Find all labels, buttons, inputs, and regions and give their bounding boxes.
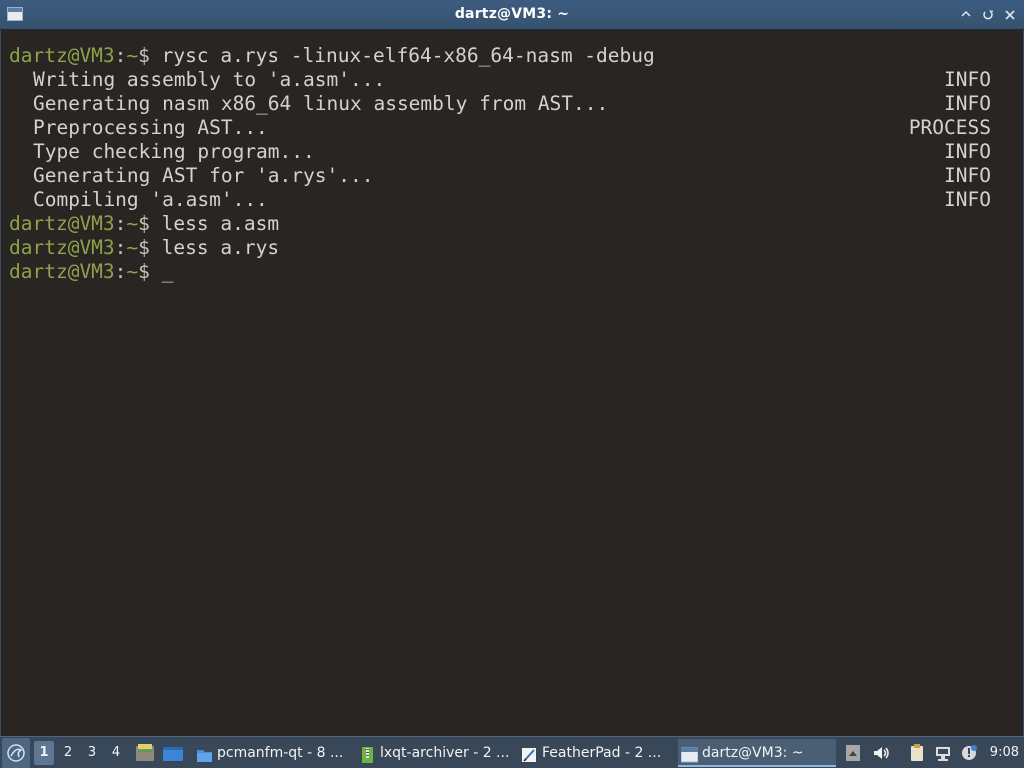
prompt-path: ~ (126, 260, 139, 283)
prompt-separator: : (114, 260, 127, 283)
network-icon[interactable] (934, 744, 952, 762)
taskbar-button[interactable]: dartz@VM3: ~ (678, 739, 836, 767)
prompt-user: dartz@VM3 (9, 44, 115, 67)
clock[interactable]: 9:08 (990, 737, 1019, 768)
minimize-icon (961, 10, 971, 17)
log-line: Compiling 'a.asm'... INFO (9, 188, 991, 212)
log-message: Generating AST for 'a.rys'... (33, 164, 374, 187)
log-level-badge: INFO (944, 92, 991, 115)
folder-icon (196, 745, 213, 762)
prompt-path: ~ (126, 212, 139, 235)
command-text: less a.asm (149, 212, 280, 235)
terminal-cursor: _ (161, 260, 174, 283)
prompt-separator: : (114, 236, 127, 259)
taskbar-button-label: lxqt-archiver - 2 ... (380, 745, 510, 761)
prompt-path: ~ (126, 44, 139, 67)
prompt-user: dartz@VM3 (9, 236, 115, 259)
log-message: Preprocessing AST... (33, 116, 268, 139)
restore-icon (983, 9, 994, 20)
log-level-badge: INFO (944, 140, 991, 163)
desktop-switch-3[interactable]: 3 (82, 741, 102, 765)
command-text: less a.rys (149, 236, 280, 259)
terminal-icon (680, 745, 699, 763)
file-manager-quicklaunch-icon[interactable] (134, 743, 156, 763)
taskbar-button-label: pcmanfm-qt - 8 ... (217, 745, 344, 761)
command-text: rysc a.rys -linux-elf64-x86_64-nasm -deb… (149, 44, 655, 67)
log-level-badge: INFO (944, 164, 991, 187)
log-message: Writing assembly to 'a.asm'... (33, 68, 386, 91)
command-text (150, 260, 162, 283)
lxqt-logo-icon (7, 744, 25, 762)
taskbar-button[interactable]: pcmanfm-qt - 8 ... (193, 739, 351, 767)
show-desktop-icon[interactable] (162, 743, 184, 763)
log-message: Generating nasm x86_64 linux assembly fr… (33, 92, 609, 115)
start-menu-button[interactable] (2, 738, 30, 768)
close-button[interactable] (1002, 7, 1018, 23)
log-message: Compiling 'a.asm'... (33, 188, 268, 211)
prompt-user: dartz@VM3 (9, 212, 115, 235)
window-titlebar[interactable]: dartz@VM3: ~ (0, 0, 1024, 30)
notification-icon[interactable] (960, 744, 978, 762)
taskbar-button-label: dartz@VM3: ~ (702, 745, 804, 761)
minimize-button[interactable] (958, 7, 974, 23)
prompt-separator: : (114, 212, 127, 235)
close-icon (1005, 10, 1015, 20)
tray-expand-icon[interactable] (844, 744, 862, 762)
log-line: Writing assembly to 'a.asm'... INFO (9, 68, 991, 92)
log-level-badge: INFO (944, 188, 991, 211)
volume-icon[interactable] (872, 744, 890, 762)
taskbar: 1234 pcmanfm-qt - 8 ... lxqt-archiver - 2… (0, 736, 1024, 768)
prompt-line: dartz@VM3:~$ less a.rys (9, 236, 991, 260)
maximize-button[interactable] (980, 7, 996, 23)
archive-icon (359, 745, 376, 763)
desktop-switch-4[interactable]: 4 (106, 741, 126, 765)
clipboard-icon[interactable] (908, 744, 926, 762)
log-line: Type checking program... INFO (9, 140, 991, 164)
taskbar-button[interactable]: lxqt-archiver - 2 ... (356, 739, 514, 767)
text-editor-icon (521, 745, 538, 762)
prompt-line: dartz@VM3:~$ _ (9, 260, 991, 284)
log-line: Generating AST for 'a.rys'... INFO (9, 164, 991, 188)
log-line: Generating nasm x86_64 linux assembly fr… (9, 92, 991, 116)
log-message: Type checking program... (33, 140, 315, 163)
log-level-badge: INFO (944, 68, 991, 91)
window-title: dartz@VM3: ~ (454, 6, 570, 22)
prompt-path: ~ (126, 236, 139, 259)
prompt-symbol: $ (138, 44, 150, 67)
terminal-output[interactable]: dartz@VM3:~$ rysc a.rys -linux-elf64-x86… (0, 30, 1024, 736)
desktop-switch-1[interactable]: 1 (34, 741, 54, 765)
taskbar-button[interactable]: FeatherPad - 2 ... (518, 739, 676, 767)
log-level-badge: PROCESS (908, 116, 991, 139)
prompt-symbol: $ (138, 212, 150, 235)
prompt-user: dartz@VM3 (9, 260, 115, 283)
prompt-separator: : (114, 44, 127, 67)
prompt-line: dartz@VM3:~$ rysc a.rys -linux-elf64-x86… (9, 44, 991, 68)
prompt-symbol: $ (138, 260, 150, 283)
log-line: Preprocessing AST... PROCESS (9, 116, 991, 140)
taskbar-button-label: FeatherPad - 2 ... (542, 745, 662, 761)
desktop-switch-2[interactable]: 2 (58, 741, 78, 765)
prompt-line: dartz@VM3:~$ less a.asm (9, 212, 991, 236)
prompt-symbol: $ (138, 236, 150, 259)
